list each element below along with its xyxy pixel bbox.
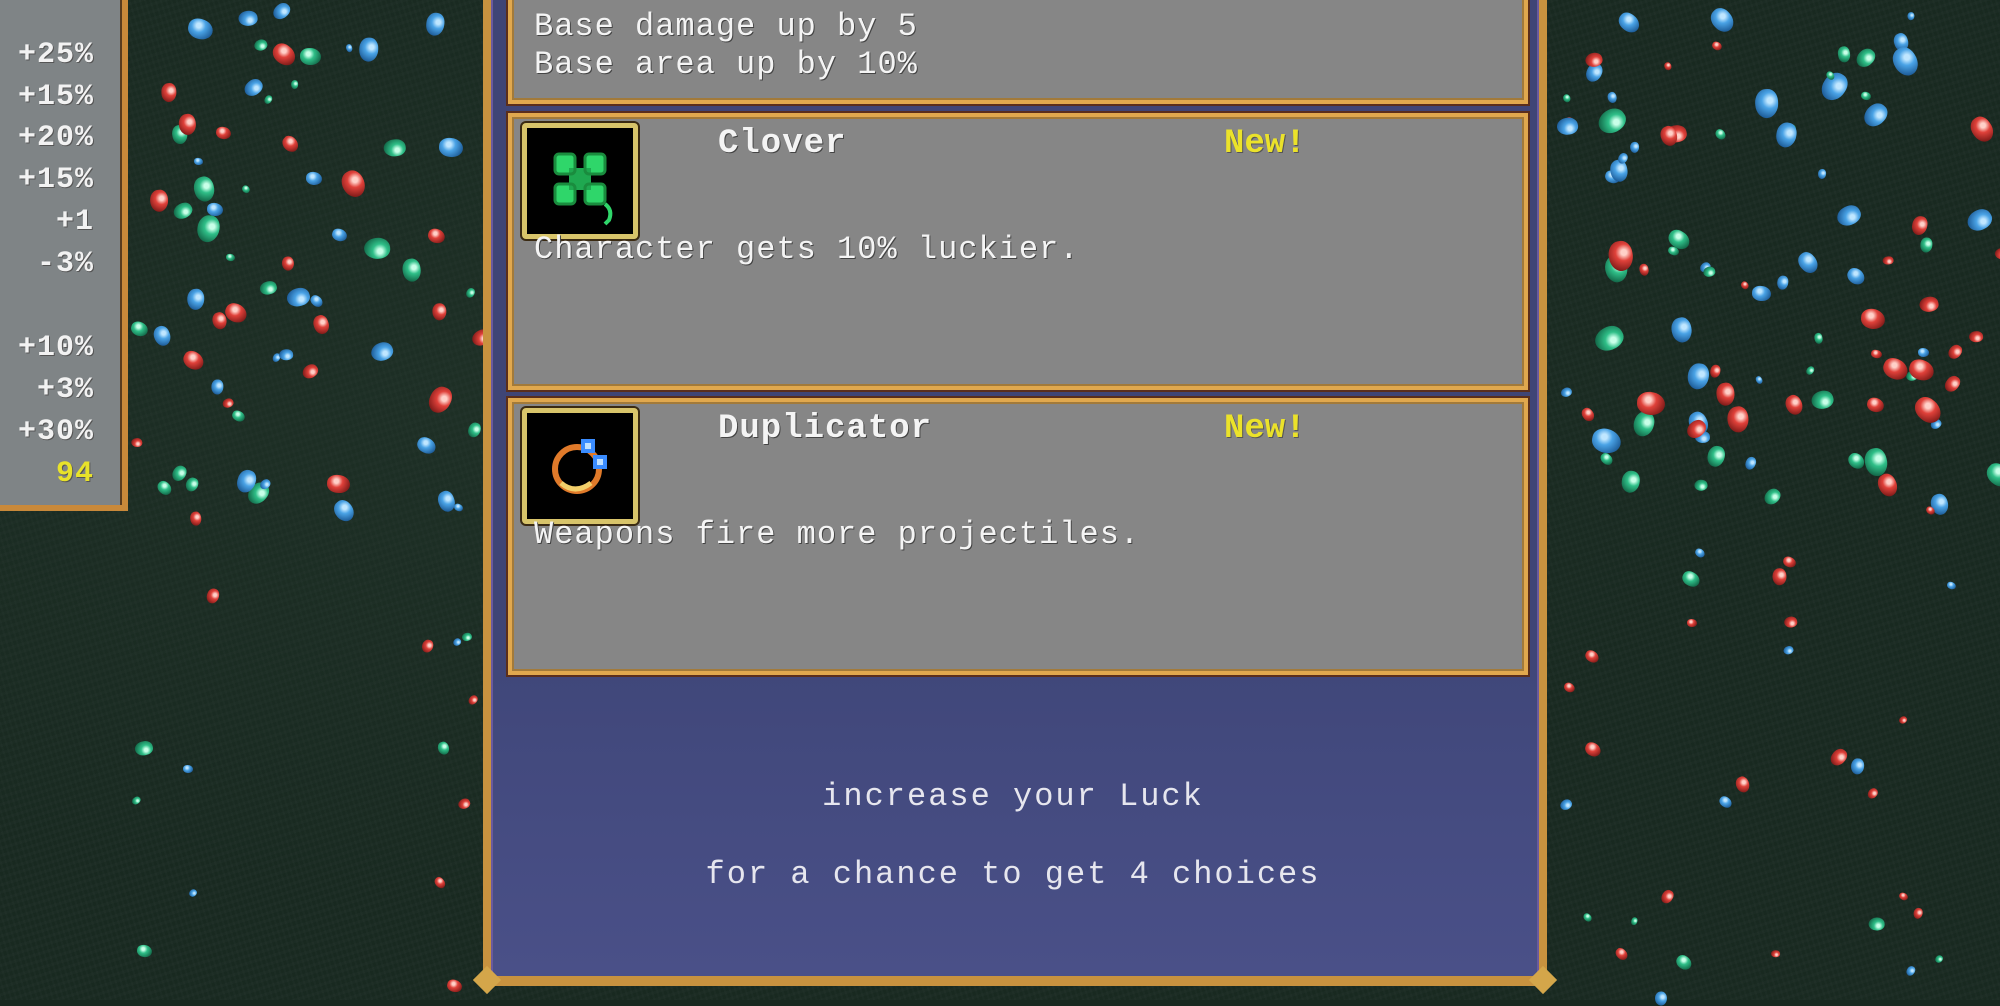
stat-value: +10% (17, 331, 94, 365)
stat-value: +25% (17, 38, 94, 72)
new-badge: New! (1224, 125, 1306, 163)
card-description-line: Base damage up by 5 (534, 8, 918, 45)
ring-icon (522, 408, 638, 524)
stat-value: -3% (36, 247, 94, 281)
new-badge: New! (1224, 410, 1306, 448)
upgrade-card-clover[interactable]: Clover New! Character gets 10% luckier. (508, 113, 1528, 390)
clover-icon (522, 123, 638, 239)
stat-value: +30% (17, 415, 94, 449)
stat-value: +15% (17, 163, 94, 197)
experience-gem (1918, 347, 1930, 357)
stat-value: +1 (55, 205, 94, 239)
stat-value: +20% (17, 121, 94, 155)
experience-gem (130, 437, 143, 447)
experience-gem (1686, 618, 1697, 627)
experience-gem (299, 48, 321, 66)
stat-value: +15% (17, 80, 94, 114)
stat-value: +3% (36, 373, 94, 407)
experience-gem (211, 379, 224, 395)
luck-hint-line-2: for a chance to get 4 choices (705, 856, 1321, 893)
upgrade-card-duplicator[interactable]: Duplicator New! Weapons fire more projec… (508, 398, 1528, 675)
card-description-line: Base area up by 10% (534, 46, 918, 83)
card-description: Character gets 10% luckier. (534, 231, 1080, 268)
upgrade-card-weapon[interactable]: Base damage up by 5 Base area up by 10% (508, 0, 1528, 104)
stat-value-highlight: 94 (55, 457, 94, 491)
luck-hint-line-1: increase your Luck (822, 778, 1204, 815)
experience-gem (1770, 949, 1780, 958)
card-description: Weapons fire more projectiles. (534, 516, 1141, 553)
experience-gem (1882, 255, 1894, 265)
card-title: Duplicator (718, 410, 933, 448)
card-title: Clover (718, 125, 847, 163)
experience-gem (182, 764, 194, 774)
character-stats-panel: +25% +15% +20% +15% +1 -3% +10% +3% +30%… (0, 0, 128, 511)
experience-gem (359, 37, 379, 62)
